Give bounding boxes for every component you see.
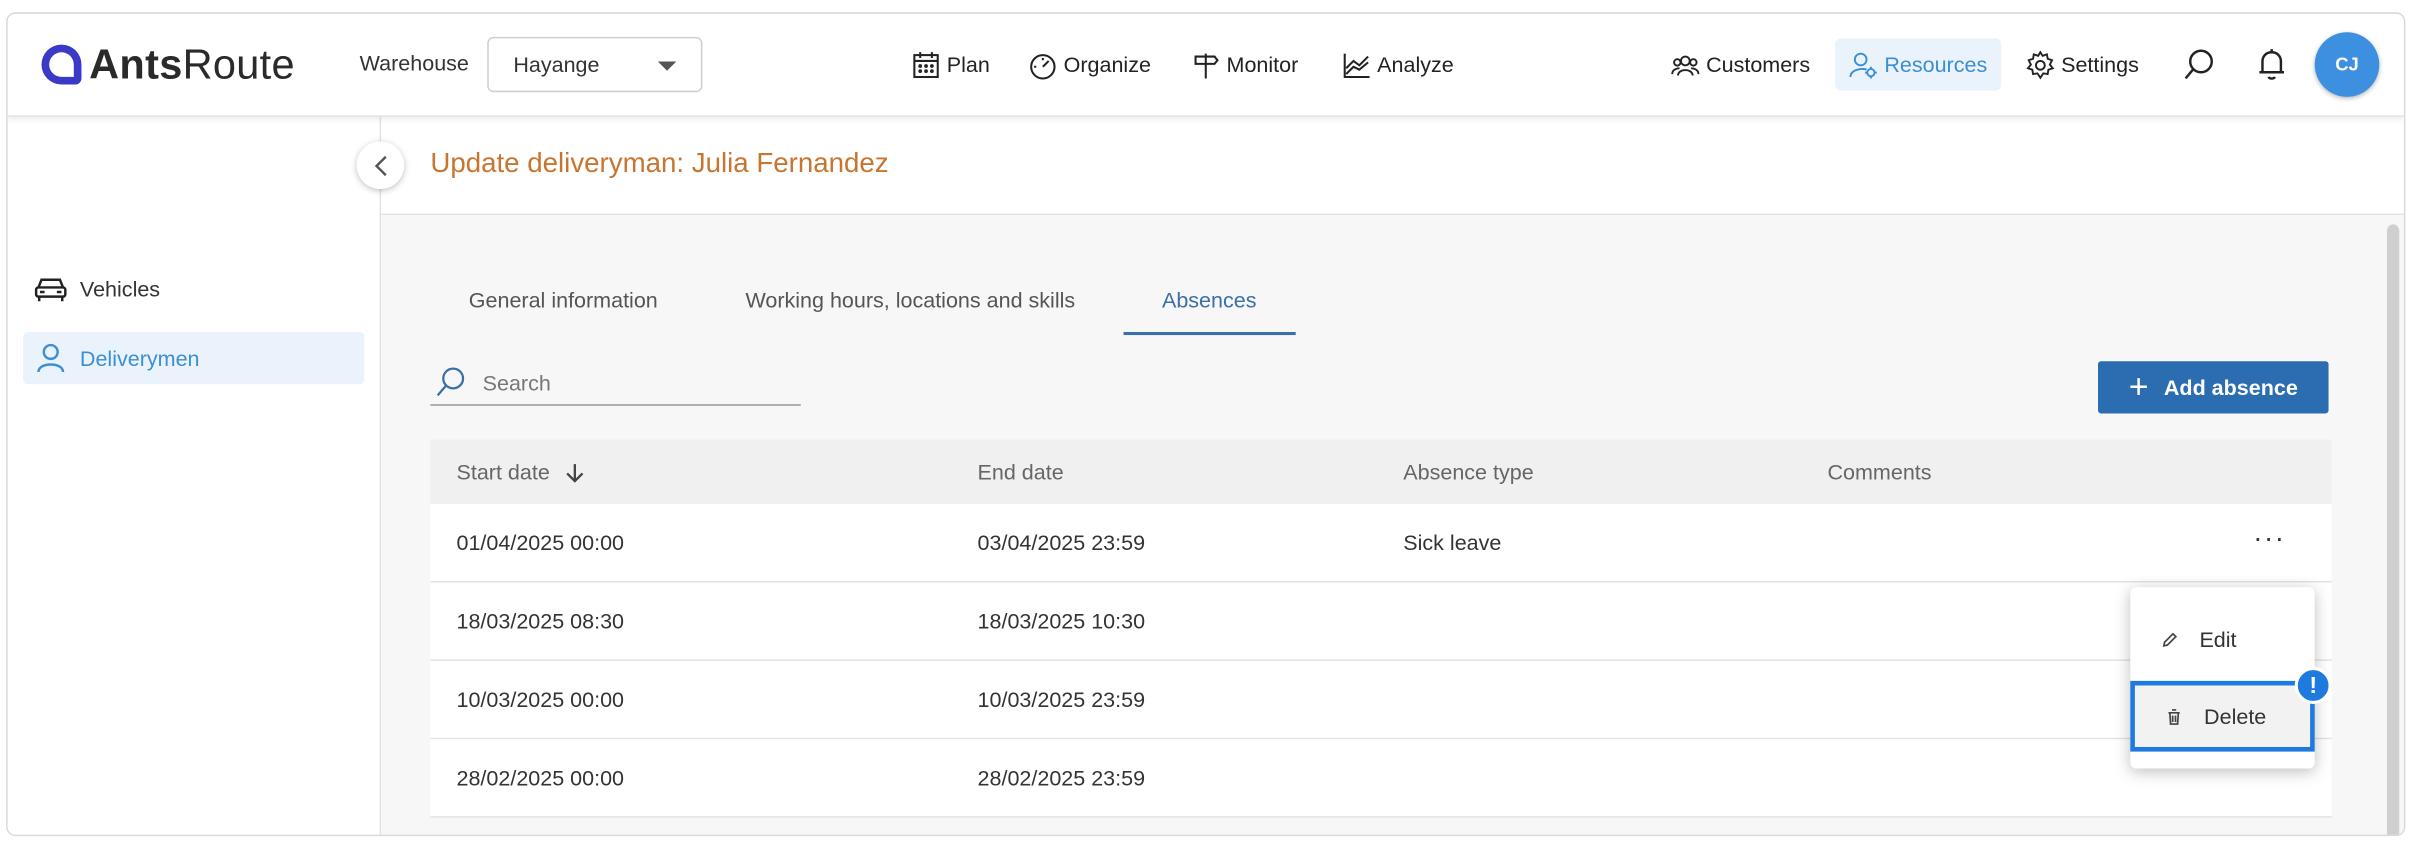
sidebar-item-deliverymen[interactable]: Deliverymen: [23, 331, 365, 385]
nav-organize-label: Organize: [1063, 52, 1151, 77]
logo-mark-icon: [41, 44, 82, 85]
nav-customers[interactable]: Customers: [1671, 45, 1810, 85]
collapse-sidebar-button[interactable]: [356, 141, 405, 190]
menu-item-delete[interactable]: Delete: [2130, 680, 2315, 752]
cell-start-date: 10/03/2025 00:00: [456, 687, 625, 712]
person-icon: [37, 343, 65, 373]
signpost-icon: [1194, 52, 1219, 78]
table-row[interactable]: 18/03/2025 08:30 18/03/2025 10:30: [430, 582, 2332, 661]
table-row[interactable]: 10/03/2025 00:00 10/03/2025 23:59: [430, 660, 2332, 740]
nav-analyze[interactable]: Analyze: [1342, 45, 1454, 85]
cell-start-date: 18/03/2025 08:30: [456, 608, 625, 634]
pencil-icon: [2162, 631, 2178, 647]
nav-monitor[interactable]: Monitor: [1191, 45, 1298, 85]
nav-customers-label: Customers: [1706, 52, 1811, 77]
avatar[interactable]: CJ: [2314, 32, 2380, 97]
calendar-icon: [913, 51, 939, 78]
app-window: AntsRoute Warehouse Hayange Plan Organiz…: [6, 12, 2406, 837]
add-absence-label: Add absence: [2163, 375, 2298, 400]
nav-plan[interactable]: Plan: [911, 45, 990, 85]
main-content: General information Working hours, locat…: [381, 215, 2404, 835]
cell-end-date: 28/02/2025 23:59: [977, 765, 1146, 791]
top-bar: AntsRoute Warehouse Hayange Plan Organiz…: [7, 13, 2404, 117]
cell-end-date: 03/04/2025 23:59: [977, 530, 1146, 555]
absences-table: Start date End date Absence type Comment…: [430, 439, 2332, 818]
search-icon[interactable]: [2181, 46, 2218, 83]
search-icon: [436, 366, 465, 396]
nav-organize[interactable]: Organize: [1028, 45, 1151, 85]
row-context-menu: Edit Delete: [2130, 587, 2315, 769]
sidebar-item-label: Vehicles: [79, 276, 161, 302]
tab-absences[interactable]: Absences: [1162, 287, 1257, 312]
sidebar-item-vehicles[interactable]: Vehicles: [23, 263, 364, 315]
car-icon: [34, 278, 67, 302]
arrow-down-icon: [565, 464, 583, 483]
sidebar: Vehicles Deliverymen: [7, 116, 382, 835]
search-input[interactable]: [482, 369, 775, 395]
nav-plan-label: Plan: [946, 52, 990, 77]
person-gear-icon: [1849, 51, 1877, 78]
page-header: Update deliveryman: Julia Fernandez: [381, 116, 2404, 216]
table-header: Start date End date Absence type Comment…: [430, 439, 2332, 505]
alert-badge: !: [2294, 667, 2332, 704]
tab-working-hours[interactable]: Working hours, locations and skills: [745, 287, 1075, 312]
chart-line-icon: [1343, 52, 1370, 78]
menu-item-label: Edit: [2199, 627, 2237, 652]
cell-end-date: 10/03/2025 23:59: [977, 687, 1146, 712]
logo-text-bold: Ants: [89, 40, 183, 87]
cell-start-date: 01/04/2025 00:00: [456, 530, 625, 555]
warehouse-label: Warehouse: [359, 50, 469, 76]
nav-resources[interactable]: Resources: [1835, 38, 2002, 91]
cell-start-date: 28/02/2025 00:00: [456, 765, 625, 791]
table-row[interactable]: 01/04/2025 00:00 03/04/2025 23:59 Sick l…: [430, 504, 2332, 583]
tab-general-information[interactable]: General information: [469, 287, 658, 312]
more-options-icon[interactable]: ···: [2253, 523, 2285, 555]
caret-down-icon: [657, 61, 677, 71]
nav-settings[interactable]: Settings: [2026, 45, 2139, 85]
table-row[interactable]: 28/02/2025 00:00 28/02/2025 23:59: [430, 739, 2332, 818]
column-header-end-date: End date: [977, 459, 1064, 485]
search-field[interactable]: [430, 360, 801, 406]
warehouse-select[interactable]: Hayange: [487, 36, 703, 93]
plus-icon: +: [2128, 367, 2149, 406]
logo-text-light: Route: [182, 40, 295, 87]
group-icon: [1671, 54, 1700, 75]
add-absence-button[interactable]: + Add absence: [2098, 361, 2329, 414]
nav-settings-label: Settings: [2061, 52, 2139, 77]
trash-icon: [2168, 708, 2180, 725]
gear-icon: [2026, 49, 2055, 79]
column-header-absence-type: Absence type: [1403, 459, 1534, 485]
logo[interactable]: AntsRoute: [41, 40, 295, 87]
menu-item-edit[interactable]: Edit: [2130, 604, 2314, 675]
page-title: Update deliveryman: Julia Fernandez: [430, 147, 889, 179]
warehouse-value: Hayange: [513, 52, 600, 77]
column-header-label: Start date: [456, 459, 550, 485]
cell-absence-type: Sick leave: [1403, 530, 1502, 555]
cell-end-date: 18/03/2025 10:30: [977, 608, 1146, 634]
gauge-icon: [1030, 53, 1056, 79]
menu-item-label: Delete: [2204, 703, 2267, 729]
bell-icon[interactable]: [2253, 46, 2290, 83]
scrollbar[interactable]: [2386, 224, 2400, 835]
nav-monitor-label: Monitor: [1226, 52, 1299, 77]
active-tab-indicator: [1123, 331, 1296, 336]
chevron-left-icon: [374, 155, 386, 176]
sidebar-item-label: Deliverymen: [79, 345, 200, 371]
nav-resources-label: Resources: [1884, 52, 1988, 77]
nav-analyze-label: Analyze: [1377, 52, 1454, 77]
column-header-start-date[interactable]: Start date: [456, 459, 583, 485]
column-header-comments: Comments: [1827, 459, 1932, 485]
